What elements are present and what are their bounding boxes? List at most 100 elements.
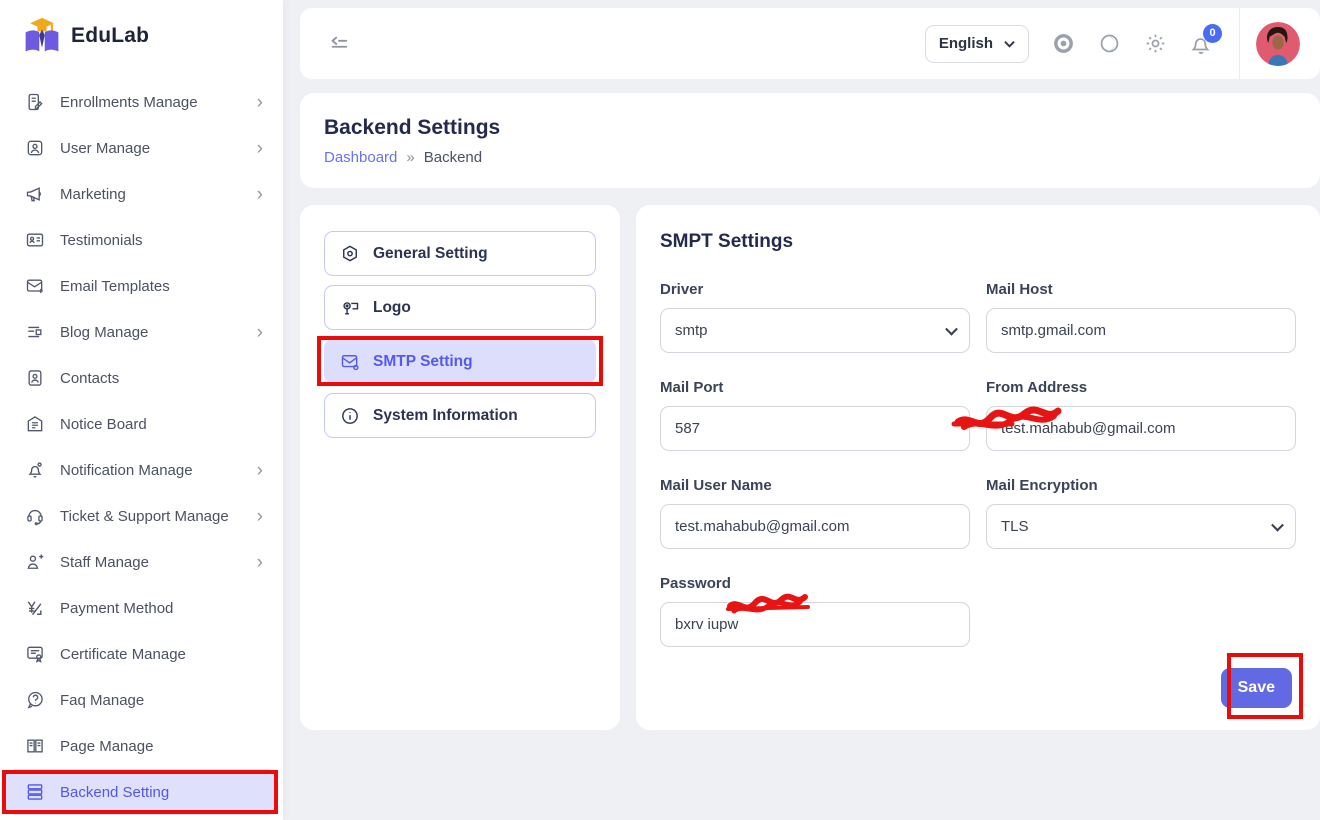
sidebar-item-staff-manage[interactable]: Staff Manage ›	[0, 539, 283, 585]
mail-host-label: Mail Host	[986, 281, 1296, 298]
notice-icon	[24, 413, 46, 435]
sidebar-item-email-templates[interactable]: Email Templates	[0, 263, 283, 309]
sidebar-item-enrollments-manage[interactable]: Enrollments Manage ›	[0, 79, 283, 125]
sidebar-item-testimonials[interactable]: Testimonials	[0, 217, 283, 263]
language-label: English	[939, 35, 993, 52]
columns-icon	[24, 735, 46, 757]
app-root: EduLab Enrollments Manage › User Manage …	[0, 0, 1320, 820]
brand-logo[interactable]: EduLab	[0, 0, 283, 56]
envelope-plus-icon	[24, 275, 46, 297]
user-icon	[24, 137, 46, 159]
chevron-right-icon: ›	[257, 461, 263, 480]
brand-name: EduLab	[71, 24, 149, 48]
sidebar-item-ticket-support-manage[interactable]: Ticket & Support Manage ›	[0, 493, 283, 539]
driver-select[interactable]: smtp	[660, 308, 970, 353]
edulab-logo-icon	[22, 16, 62, 56]
eye-icon	[1052, 32, 1075, 55]
tab-general-setting[interactable]: General Setting	[324, 231, 596, 276]
sidebar: EduLab Enrollments Manage › User Manage …	[0, 0, 283, 820]
mail-encryption-select[interactable]: TLS	[986, 504, 1296, 549]
sidebar-item-marketing[interactable]: Marketing ›	[0, 171, 283, 217]
sidebar-item-label: Certificate Manage	[60, 646, 263, 663]
form-title: SMPT Settings	[660, 231, 1296, 253]
mail-port-label: Mail Port	[660, 379, 970, 396]
tab-system-information[interactable]: System Information	[324, 393, 596, 438]
mail-encryption-label: Mail Encryption	[986, 477, 1296, 494]
sidebar-item-backend-setting[interactable]: Backend Setting	[6, 769, 277, 815]
sidebar-item-label: Blog Manage	[60, 324, 257, 341]
contact-card-icon	[24, 367, 46, 389]
sidebar-item-payment-method[interactable]: Payment Method	[0, 585, 283, 631]
sidebar-item-notification-manage[interactable]: Notification Manage ›	[0, 447, 283, 493]
smtp-settings-card: SMPT Settings Driver smtp Mail Host Mail…	[636, 205, 1320, 730]
from-address-input[interactable]	[986, 406, 1296, 451]
mail-encryption-field: Mail Encryption TLS	[986, 477, 1296, 549]
chevron-down-icon	[1004, 40, 1015, 48]
sidebar-item-certificate-manage[interactable]: Certificate Manage	[0, 631, 283, 677]
tab-label: SMTP Setting	[373, 353, 473, 371]
megaphone-icon	[24, 183, 46, 205]
chevron-right-icon: ›	[257, 507, 263, 526]
nut-gear-icon	[340, 244, 360, 264]
page-title: Backend Settings	[324, 116, 1320, 140]
driver-label: Driver	[660, 281, 970, 298]
sidebar-item-blog-manage[interactable]: Blog Manage ›	[0, 309, 283, 355]
mail-port-field: Mail Port	[660, 379, 970, 451]
list-layout-icon	[24, 321, 46, 343]
dark-mode-button[interactable]	[1097, 32, 1121, 56]
chevron-right-icon: ›	[257, 139, 263, 158]
from-address-label: From Address	[986, 379, 1296, 396]
mail-host-input[interactable]	[986, 308, 1296, 353]
user-plus-icon	[24, 551, 46, 573]
smtp-form: Driver smtp Mail Host Mail Port From Add…	[660, 281, 1296, 647]
sidebar-item-label: Marketing	[60, 186, 257, 203]
chevron-right-icon: ›	[257, 323, 263, 342]
chevron-right-icon: ›	[257, 185, 263, 204]
sidebar-item-label: Staff Manage	[60, 554, 257, 571]
sidebar-item-page-manage[interactable]: Page Manage	[0, 723, 283, 769]
sidebar-nav: Enrollments Manage › User Manage › Marke…	[0, 79, 283, 815]
sidebar-item-label: Faq Manage	[60, 692, 263, 709]
sidebar-item-label: Testimonials	[60, 232, 263, 249]
sidebar-item-label: Ticket & Support Manage	[60, 508, 257, 525]
password-label: Password	[660, 575, 970, 592]
header-divider	[1239, 8, 1240, 79]
save-button[interactable]: Save	[1221, 668, 1292, 708]
mail-user-name-label: Mail User Name	[660, 477, 970, 494]
visibility-button[interactable]	[1051, 32, 1075, 56]
notifications-button[interactable]: 0	[1189, 32, 1213, 56]
settings-tabs-card: General Setting Logo SMTP Setting System…	[300, 205, 620, 730]
tab-logo[interactable]: Logo	[324, 285, 596, 330]
mail-port-input[interactable]	[660, 406, 970, 451]
breadcrumb: Dashboard » Backend	[324, 149, 1320, 166]
mail-gear-icon	[340, 352, 360, 372]
mail-user-name-field: Mail User Name	[660, 477, 970, 549]
sidebar-collapse-button[interactable]	[328, 30, 356, 58]
sidebar-item-label: Notification Manage	[60, 462, 257, 479]
tab-label: Logo	[373, 299, 411, 317]
sidebar-item-label: Enrollments Manage	[60, 94, 257, 111]
settings-button[interactable]	[1143, 32, 1167, 56]
moon-icon	[1098, 32, 1121, 55]
language-select[interactable]: English	[925, 25, 1029, 63]
breadcrumb-dashboard-link[interactable]: Dashboard	[324, 149, 397, 166]
sidebar-item-contacts[interactable]: Contacts	[0, 355, 283, 401]
sidebar-item-label: User Manage	[60, 140, 257, 157]
tab-label: System Information	[373, 407, 518, 425]
password-input[interactable]	[660, 602, 970, 647]
chevron-right-icon: ›	[257, 93, 263, 112]
sidebar-item-faq-manage[interactable]: Faq Manage	[0, 677, 283, 723]
chevron-right-icon: ›	[257, 553, 263, 572]
sidebar-item-notice-board[interactable]: Notice Board	[0, 401, 283, 447]
notification-badge: 0	[1203, 24, 1222, 43]
sidebar-item-label: Payment Method	[60, 600, 263, 617]
user-avatar[interactable]	[1256, 22, 1300, 66]
sidebar-item-user-manage[interactable]: User Manage ›	[0, 125, 283, 171]
top-header: English 0	[300, 8, 1320, 79]
avatar-image	[1256, 22, 1300, 66]
tab-smtp-setting[interactable]: SMTP Setting	[324, 339, 596, 384]
breadcrumb-current: Backend	[424, 149, 482, 166]
question-bubble-icon	[24, 689, 46, 711]
mail-user-name-input[interactable]	[660, 504, 970, 549]
document-edit-icon	[24, 91, 46, 113]
